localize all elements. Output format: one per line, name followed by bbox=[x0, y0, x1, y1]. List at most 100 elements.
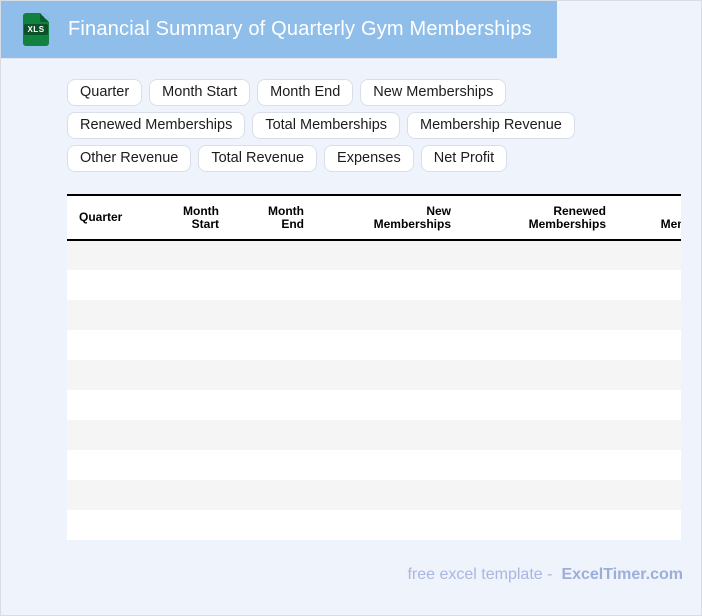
table-cell-empty bbox=[316, 450, 463, 480]
membership-summary-table: Quarter Month Start Month End New Memberships R… bbox=[67, 194, 681, 540]
table-cell-empty bbox=[157, 300, 231, 330]
table-cell-empty bbox=[463, 240, 618, 270]
table-cell-empty bbox=[316, 240, 463, 270]
table-row bbox=[67, 480, 681, 510]
tag-chip-month-start[interactable]: Month Start bbox=[149, 79, 251, 106]
table-cell-empty bbox=[67, 300, 157, 330]
table-cell-empty bbox=[618, 360, 681, 390]
table-cell-empty bbox=[67, 390, 157, 420]
table-cell-empty bbox=[231, 270, 316, 300]
table-cell-empty bbox=[231, 480, 316, 510]
table-cell-empty bbox=[316, 330, 463, 360]
xls-icon-label: XLS bbox=[24, 24, 48, 35]
table-cell-empty bbox=[618, 300, 681, 330]
table-row bbox=[67, 300, 681, 330]
table-cell-empty bbox=[316, 420, 463, 450]
table-cell-empty bbox=[157, 270, 231, 300]
table-cell-empty bbox=[463, 270, 618, 300]
table-cell-empty bbox=[157, 480, 231, 510]
table-row bbox=[67, 390, 681, 420]
tag-chip-expenses[interactable]: Expenses bbox=[324, 145, 414, 172]
table-cell-empty bbox=[67, 450, 157, 480]
table-cell-empty bbox=[463, 300, 618, 330]
column-header-month-start: Month Start bbox=[183, 203, 219, 231]
table-cell-empty bbox=[618, 450, 681, 480]
table-cell-empty bbox=[316, 300, 463, 330]
tag-chip-total-memberships[interactable]: Total Memberships bbox=[252, 112, 401, 139]
exceltimer-brand-link[interactable]: ExcelTimer.com bbox=[561, 566, 683, 584]
page-footer: free excel template - ExcelTimer.com bbox=[1, 566, 683, 584]
table-cell-empty bbox=[618, 420, 681, 450]
table-cell-empty bbox=[67, 270, 157, 300]
table-cell-empty bbox=[67, 240, 157, 270]
table-cell-empty bbox=[157, 450, 231, 480]
column-header-month-end: Month End bbox=[268, 203, 304, 231]
table-cell-empty bbox=[157, 510, 231, 540]
table-cell-empty bbox=[231, 240, 316, 270]
table-cell-empty bbox=[157, 420, 231, 450]
table-cell-empty bbox=[67, 480, 157, 510]
tag-chip-quarter[interactable]: Quarter bbox=[67, 79, 143, 106]
table-row bbox=[67, 450, 681, 480]
table-cell-empty bbox=[463, 330, 618, 360]
tag-chip-membership-revenue[interactable]: Membership Revenue bbox=[407, 112, 575, 139]
table-cell-empty bbox=[231, 450, 316, 480]
table-cell-empty bbox=[67, 510, 157, 540]
file-fold-corner-icon bbox=[40, 13, 49, 22]
table-cell-empty bbox=[67, 330, 157, 360]
tag-chip-new-memberships[interactable]: New Memberships bbox=[360, 79, 507, 106]
column-tag-list: Quarter Month Start Month End New Membershi… bbox=[67, 79, 682, 172]
table-cell-empty bbox=[316, 480, 463, 510]
table-cell-empty bbox=[618, 390, 681, 420]
table-cell-empty bbox=[231, 300, 316, 330]
tag-chip-other-revenue[interactable]: Other Revenue bbox=[67, 145, 192, 172]
table-cell-empty bbox=[231, 330, 316, 360]
table-cell-empty bbox=[316, 270, 463, 300]
table-cell-empty bbox=[463, 420, 618, 450]
table-header-row: Quarter Month Start Month End New Memberships R… bbox=[67, 195, 681, 240]
footer-caption: free excel template - bbox=[407, 566, 553, 583]
table-cell-empty bbox=[618, 480, 681, 510]
column-header-total-memberships: TotalMemberships bbox=[660, 216, 681, 231]
table-cell-empty bbox=[316, 360, 463, 390]
table-row bbox=[67, 330, 681, 360]
tag-chip-net-profit[interactable]: Net Profit bbox=[420, 145, 508, 172]
column-header-quarter: Quarter bbox=[79, 210, 123, 224]
table-cell-empty bbox=[618, 240, 681, 270]
column-header-renewed-memberships: Renewed Memberships bbox=[528, 203, 606, 231]
table-cell-empty bbox=[157, 330, 231, 360]
table-cell-empty bbox=[618, 330, 681, 360]
table-cell-empty bbox=[157, 390, 231, 420]
table-cell-empty bbox=[67, 420, 157, 450]
table-cell-empty bbox=[618, 510, 681, 540]
page-title: Financial Summary of Quarterly Gym Membe… bbox=[68, 18, 532, 40]
table-cell-empty bbox=[231, 390, 316, 420]
table-cell-empty bbox=[67, 360, 157, 390]
table-cell-empty bbox=[463, 480, 618, 510]
page-header: XLS Financial Summary of Quarterly Gym M… bbox=[1, 1, 557, 58]
table-cell-empty bbox=[231, 510, 316, 540]
tag-chip-month-end[interactable]: Month End bbox=[257, 79, 354, 106]
xls-file-icon: XLS bbox=[23, 13, 49, 46]
tag-chip-total-revenue[interactable]: Total Revenue bbox=[198, 145, 318, 172]
table-cell-empty bbox=[463, 450, 618, 480]
table-cell-empty bbox=[231, 360, 316, 390]
table-cell-empty bbox=[316, 510, 463, 540]
column-header-new-memberships: New Memberships bbox=[373, 203, 451, 231]
table-cell-empty bbox=[231, 420, 316, 450]
table-cell-empty bbox=[618, 270, 681, 300]
table-cell-empty bbox=[463, 360, 618, 390]
table-row bbox=[67, 420, 681, 450]
table-cell-empty bbox=[157, 360, 231, 390]
table-clip-container: Quarter Month Start Month End New Memberships R… bbox=[67, 194, 681, 540]
table-row bbox=[67, 240, 681, 270]
table-cell-empty bbox=[463, 510, 618, 540]
table-cell-empty bbox=[316, 390, 463, 420]
tag-chip-renewed-memberships[interactable]: Renewed Memberships bbox=[67, 112, 246, 139]
table-cell-empty bbox=[157, 240, 231, 270]
table-cell-empty bbox=[463, 390, 618, 420]
template-preview-page: { "header": { "title": "Financial Summar… bbox=[0, 0, 702, 616]
table-row bbox=[67, 360, 681, 390]
table-row bbox=[67, 270, 681, 300]
table-row bbox=[67, 510, 681, 540]
